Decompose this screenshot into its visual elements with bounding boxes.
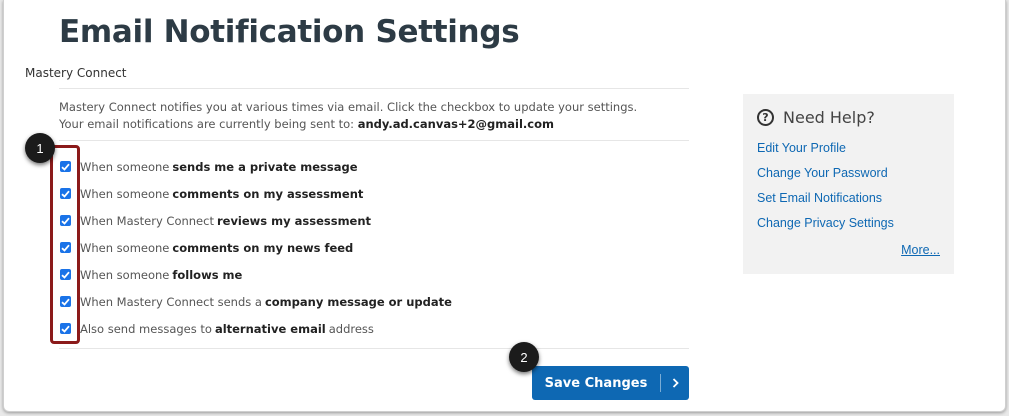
option-label-bold: reviews my assessment [216,213,372,228]
option-alternative-email: Also send messages to alternative email … [60,315,455,342]
divider [59,88,689,89]
chevron-right-icon [661,378,689,388]
divider [59,348,689,349]
option-label-pre: When someone [80,186,170,201]
app-window: Email Notification Settings Mastery Conn… [3,0,1006,412]
divider [59,140,689,141]
option-assessment-comments: When someone comments on my assessment [60,180,455,207]
option-label-bold: alternative email [214,321,326,336]
callout-badge-2: 2 [509,342,539,372]
breadcrumb: Mastery Connect [25,66,127,80]
option-company-message: When Mastery Connect sends a company mes… [60,288,455,315]
option-label-bold: sends me a private message [172,159,358,174]
intro-line-2: Your email notifications are currently b… [59,116,689,133]
intro-text: Mastery Connect notifies you at various … [59,99,689,133]
help-title: Need Help? [783,108,875,127]
save-changes-button[interactable]: Save Changes [532,366,689,400]
option-label-bold: company message or update [264,294,452,309]
link-change-password[interactable]: Change Your Password [757,166,894,191]
option-private-message: When someone sends me a private message [60,153,455,180]
option-label-pre: When Mastery Connect [80,213,214,228]
save-changes-label: Save Changes [544,375,648,391]
option-label-bold: comments on my news feed [172,240,354,255]
notification-email: andy.ad.canvas+2@gmail.com [357,117,554,131]
page-title: Email Notification Settings [59,14,520,50]
callout-badge-1: 1 [25,133,55,163]
option-follows-me: When someone follows me [60,261,455,288]
option-label-bold: follows me [172,267,243,282]
help-panel: ? Need Help? Edit Your Profile Change Yo… [743,94,954,274]
question-circle-icon: ? [757,109,774,126]
option-label-pre: Also send messages to [80,321,212,336]
option-label-pre: When someone [80,267,170,282]
option-label-pre: When someone [80,159,170,174]
help-links: Edit Your Profile Change Your Password S… [757,141,894,241]
checkbox-highlight-box [50,145,80,344]
option-assessment-review: When Mastery Connect reviews my assessme… [60,207,455,234]
option-label-pre: When someone [80,240,170,255]
more-link[interactable]: More... [901,243,940,257]
intro-line-1: Mastery Connect notifies you at various … [59,100,638,114]
option-news-feed-comments: When someone comments on my news feed [60,234,455,261]
option-label-post: address [328,321,374,336]
notification-options-list: When someone sends me a private message … [60,153,455,342]
link-change-privacy-settings[interactable]: Change Privacy Settings [757,216,894,241]
intro-line-2-prefix: Your email notifications are currently b… [59,117,355,131]
option-label-bold: comments on my assessment [172,186,364,201]
link-edit-profile[interactable]: Edit Your Profile [757,141,894,166]
link-set-email-notifications[interactable]: Set Email Notifications [757,191,894,216]
option-label-pre: When Mastery Connect sends a [80,294,262,309]
help-heading: ? Need Help? [757,108,875,127]
